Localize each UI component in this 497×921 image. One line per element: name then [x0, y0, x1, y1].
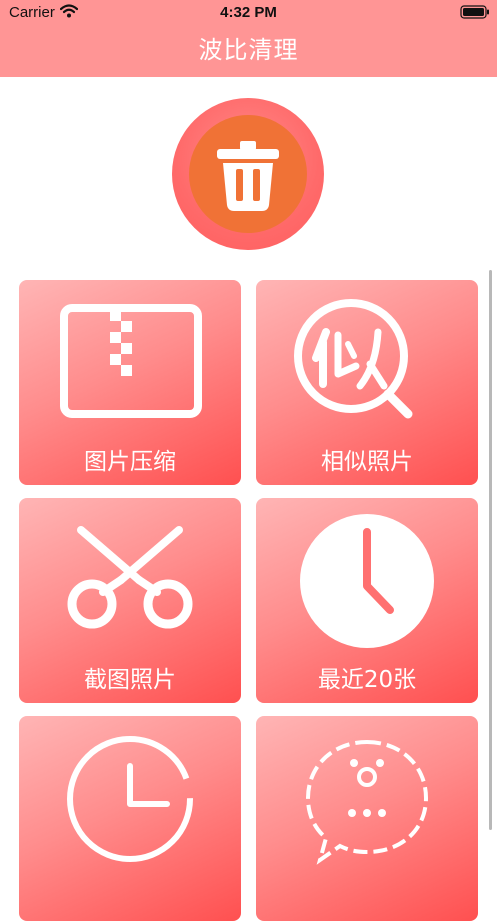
- tile-chat[interactable]: [256, 716, 478, 921]
- similar-search-icon: [294, 299, 413, 419]
- tile-screenshots[interactable]: 截图照片: [19, 498, 241, 703]
- clean-button-inner: [189, 115, 307, 233]
- scrollbar[interactable]: [489, 270, 492, 830]
- status-time: 4:32 PM: [220, 4, 277, 21]
- clock-outline-icon: [67, 736, 193, 862]
- tile-image-compress[interactable]: 图片压缩: [19, 280, 241, 485]
- scissors-icon: [67, 526, 193, 629]
- tile-label: 最近20张: [317, 667, 417, 693]
- tile-label: 截图照片: [84, 667, 176, 693]
- status-bar: Carrier 4:32 PM: [0, 0, 497, 26]
- tile-label: 相似照片: [321, 449, 413, 475]
- tile-recent-20[interactable]: 最近20张: [256, 498, 478, 703]
- tile-label: 图片压缩: [84, 449, 176, 475]
- trash-icon: [217, 141, 279, 211]
- page-title: 波比清理: [198, 36, 299, 64]
- chat-bubble-icon: [305, 739, 429, 865]
- app-header: Carrier 4:32 PM 波比清理: [0, 0, 497, 77]
- tile-similar-photos[interactable]: 相似照片: [256, 280, 478, 485]
- tile-clock[interactable]: [19, 716, 241, 921]
- clock-icon: [300, 514, 434, 648]
- battery-icon: [460, 5, 490, 23]
- zip-archive-icon: [60, 304, 202, 418]
- clean-button[interactable]: [172, 98, 324, 250]
